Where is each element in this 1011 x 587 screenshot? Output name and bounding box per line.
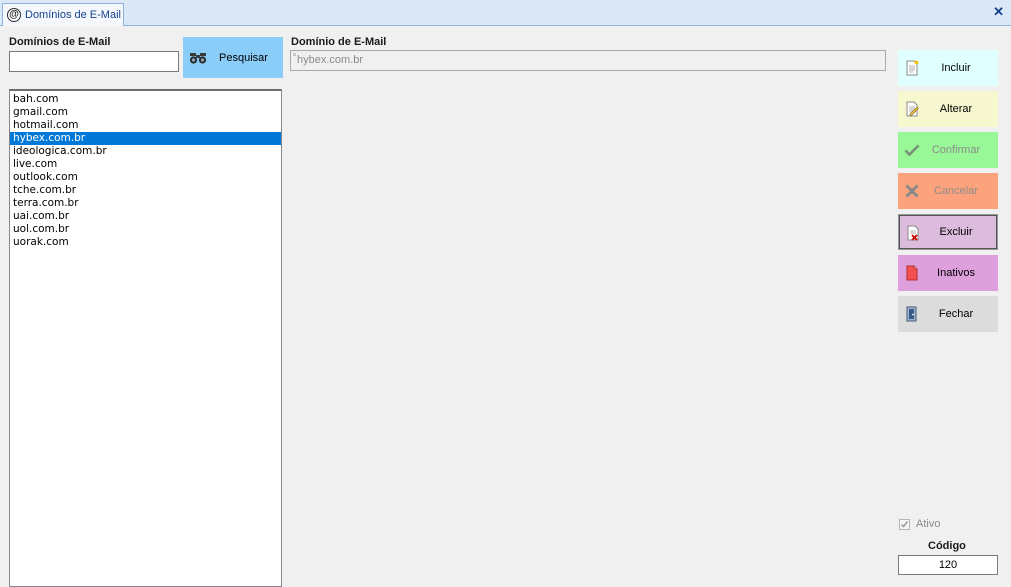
check-icon [904, 144, 920, 157]
tab-title: Domínios de E-Mail [25, 9, 121, 21]
inativos-button[interactable]: Inativos [898, 255, 998, 291]
list-item[interactable]: uorak.com [10, 236, 281, 249]
check-icon [900, 520, 909, 528]
list-item[interactable]: gmail.com [10, 106, 281, 119]
new-document-icon [906, 60, 919, 76]
domain-field[interactable]: hybex.com.br [290, 50, 886, 71]
pesquisar-label: Pesquisar [219, 51, 268, 64]
fechar-button[interactable]: Fechar [898, 296, 998, 332]
exit-door-icon [906, 306, 917, 322]
list-item[interactable]: uai.com.br [10, 210, 281, 223]
codigo-label: Código [928, 540, 966, 552]
domain-field-value: hybex.com.br [297, 54, 364, 66]
tab-dominios-email[interactable]: @ Domínios de E-Mail [2, 3, 124, 26]
incluir-button[interactable]: Incluir [898, 50, 998, 86]
codigo-field: 120 [898, 555, 998, 575]
edit-document-icon [906, 101, 919, 117]
red-document-icon [906, 265, 918, 281]
field-corner-marker [293, 53, 296, 56]
confirmar-button[interactable]: Confirmar [898, 132, 998, 168]
cancelar-button[interactable]: Cancelar [898, 173, 998, 209]
ativo-label: Ativo [916, 518, 941, 530]
alterar-button[interactable]: Alterar [898, 91, 998, 127]
binoculars-icon [189, 52, 207, 64]
list-item[interactable]: ideologica.com.br [10, 145, 281, 158]
list-item[interactable]: hotmail.com [10, 119, 281, 132]
domain-field-label: Domínio de E-Mail [291, 36, 387, 48]
at-sign-icon: @ [7, 8, 21, 22]
pesquisar-button[interactable]: Pesquisar [183, 37, 283, 78]
list-item[interactable]: terra.com.br [10, 197, 281, 210]
ativo-checkbox-row: Ativo [899, 518, 940, 530]
x-icon [905, 184, 919, 198]
close-icon[interactable]: ✕ [993, 5, 1004, 19]
delete-document-icon [907, 225, 919, 241]
list-item[interactable]: hybex.com.br [10, 132, 281, 145]
list-item[interactable]: bah.com [10, 93, 281, 106]
list-item[interactable]: tche.com.br [10, 184, 281, 197]
search-label: Domínios de E-Mail [9, 36, 111, 48]
tab-bar: @ Domínios de E-Mail ✕ [0, 0, 1011, 26]
ativo-checkbox[interactable] [899, 518, 910, 530]
list-item[interactable]: outlook.com [10, 171, 281, 184]
excluir-button[interactable]: Excluir [898, 214, 998, 250]
list-item[interactable]: uol.com.br [10, 223, 281, 236]
search-input[interactable] [9, 51, 179, 72]
list-item[interactable]: live.com [10, 158, 281, 171]
domain-listbox[interactable]: bah.com gmail.com hotmail.com hybex.com.br i… [9, 89, 282, 587]
